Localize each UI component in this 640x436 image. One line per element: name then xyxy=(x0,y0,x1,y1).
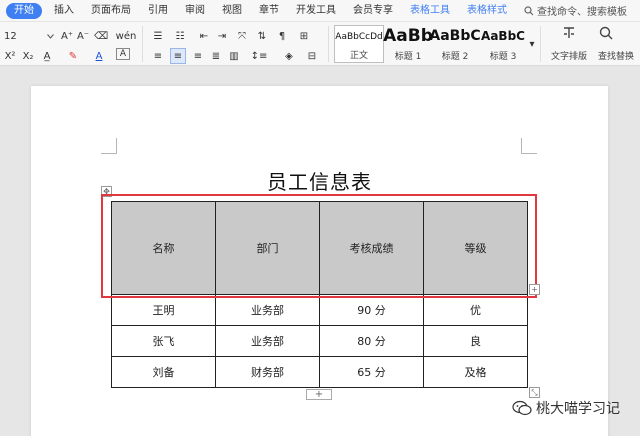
style-heading-1-sample: AaBb xyxy=(383,26,433,46)
chinese-layout-icon[interactable]: ⤧ xyxy=(234,28,250,44)
style-heading-2-label: 标题 2 xyxy=(441,52,469,62)
table-cell[interactable]: 业务部 xyxy=(215,325,320,357)
table-row: 王明 业务部 90 分 优 xyxy=(111,294,528,326)
watermark-text: 桃大喵学习记 xyxy=(536,401,620,417)
style-normal-label: 正文 xyxy=(349,51,368,61)
tab-start[interactable]: 开始 xyxy=(6,2,42,19)
style-heading-3-sample: AaBbC xyxy=(481,29,525,43)
style-normal-sample: AaBbCcDd xyxy=(335,32,383,42)
text-layout-icon xyxy=(564,27,574,38)
table-cell[interactable]: 财务部 xyxy=(215,356,320,388)
align-left-icon[interactable]: ≡ xyxy=(150,48,166,64)
document-page[interactable]: 员工信息表 ✥ 名称 部门 考核成绩 等级 王明 业务部 90 分 优 张飞 业… xyxy=(31,86,608,436)
shading-icon[interactable]: ◈ xyxy=(280,48,298,64)
subscript-icon[interactable]: X₂ xyxy=(22,48,34,64)
numbered-list-icon[interactable]: ☷ xyxy=(172,28,188,44)
style-heading-2[interactable]: AaBbC 标题 2 xyxy=(429,25,481,63)
tab-table-style[interactable]: 表格样式 xyxy=(467,0,507,22)
menu-bar: 开始 插入 页面布局 引用 审阅 视图 章节 开发工具 会员专享 表格工具 表格… xyxy=(0,0,640,22)
table-cell[interactable]: 刘备 xyxy=(111,356,216,388)
highlight-color-icon[interactable]: ✎ xyxy=(66,48,80,64)
table-borders-icon[interactable]: ⊟ xyxy=(304,48,320,64)
table-cell[interactable]: 王明 xyxy=(111,294,216,326)
tab-table-tools[interactable]: 表格工具 xyxy=(410,0,450,22)
tab-chapter[interactable]: 章节 xyxy=(259,0,279,22)
style-heading-2-sample: AaBbC xyxy=(429,28,481,44)
style-heading-1-label: 标题 1 xyxy=(394,52,422,62)
tab-insert[interactable]: 插入 xyxy=(54,0,74,22)
text-layout-label: 文字排版 xyxy=(550,52,587,62)
watermark: 桃大喵学习记 xyxy=(512,398,620,418)
search-icon xyxy=(524,5,534,15)
line-spacing-icon[interactable]: ↕≡ xyxy=(250,48,268,64)
document-title[interactable]: 员工信息表 xyxy=(31,166,608,195)
align-right-icon[interactable]: ≡ xyxy=(190,48,206,64)
font-size-select[interactable]: 12 xyxy=(4,28,54,44)
margin-mark-top-left xyxy=(101,138,117,154)
indent-icon[interactable]: ⇥ xyxy=(214,28,230,44)
superscript-icon[interactable]: X² xyxy=(4,48,16,64)
align-center-icon[interactable]: ≡ xyxy=(170,48,186,64)
tab-review[interactable]: 审阅 xyxy=(185,0,205,22)
char-border-icon[interactable]: A xyxy=(116,48,130,60)
text-effect-icon[interactable]: A̲ xyxy=(40,48,54,64)
tab-developer[interactable]: 开发工具 xyxy=(296,0,336,22)
table-resize-handle-icon[interactable]: ⤡ xyxy=(529,387,540,398)
table-cell[interactable]: 90 分 xyxy=(319,294,424,326)
outdent-icon[interactable]: ⇤ xyxy=(196,28,212,44)
tab-member[interactable]: 会员专享 xyxy=(353,0,393,22)
search-label: 查找命令、搜索模板 xyxy=(537,7,627,18)
table-cell[interactable]: 良 xyxy=(423,325,528,357)
distributed-icon[interactable]: ▥ xyxy=(226,48,242,64)
table-cell[interactable]: 优 xyxy=(423,294,528,326)
chevron-down-icon xyxy=(47,33,54,39)
wechat-icon xyxy=(512,400,532,416)
text-layout-button[interactable]: 文字排版 xyxy=(546,25,592,63)
margin-mark-top-right xyxy=(521,138,537,154)
show-marks-icon[interactable]: ¶ xyxy=(274,28,290,44)
bullet-list-icon[interactable]: ☰ xyxy=(150,28,166,44)
style-heading-1[interactable]: AaBb 标题 1 xyxy=(383,25,433,63)
styles-more-icon[interactable]: ▾ xyxy=(528,36,536,52)
tab-view[interactable]: 视图 xyxy=(222,0,242,22)
grow-font-icon[interactable]: A⁺ xyxy=(60,28,74,44)
style-heading-3-label: 标题 3 xyxy=(489,52,517,62)
add-row-icon[interactable]: + xyxy=(306,389,332,400)
style-heading-3[interactable]: AaBbC 标题 3 xyxy=(480,25,526,63)
header-row-highlight-box xyxy=(101,194,537,298)
phonetic-icon[interactable]: wén xyxy=(114,28,138,44)
find-icon xyxy=(599,26,613,40)
find-replace-button[interactable]: 查找替换 xyxy=(598,25,640,63)
table-cell[interactable]: 65 分 xyxy=(319,356,424,388)
style-normal[interactable]: AaBbCcDd 正文 xyxy=(334,25,384,63)
table-cell[interactable]: 张飞 xyxy=(111,325,216,357)
add-column-icon[interactable]: + xyxy=(529,284,540,295)
sort-icon[interactable]: ⇅ xyxy=(254,28,270,44)
table-row: 张飞 业务部 80 分 良 xyxy=(111,325,528,357)
find-replace-label: 查找替换 xyxy=(598,52,635,62)
table-cell[interactable]: 业务部 xyxy=(215,294,320,326)
table-row: 刘备 财务部 65 分 及格 xyxy=(111,356,528,388)
justify-icon[interactable]: ≣ xyxy=(208,48,224,64)
table-cell[interactable]: 及格 xyxy=(423,356,528,388)
shrink-font-icon[interactable]: A⁻ xyxy=(76,28,90,44)
command-search[interactable]: 查找命令、搜索模板 xyxy=(524,3,627,18)
tab-page-layout[interactable]: 页面布局 xyxy=(91,0,131,22)
font-size-value: 12 xyxy=(4,30,17,42)
table-cell[interactable]: 80 分 xyxy=(319,325,424,357)
clear-format-icon[interactable]: ⌫ xyxy=(94,28,108,44)
font-color-icon[interactable]: A xyxy=(92,48,106,64)
ribbon-toolbar: 12 A⁺ A⁻ ⌫ wén X² X₂ A̲ ✎ A A ☰ ☷ ⇤ ⇥ ⤧ … xyxy=(0,22,640,66)
tab-references[interactable]: 引用 xyxy=(148,0,168,22)
borders-icon[interactable]: ⊞ xyxy=(296,28,312,44)
